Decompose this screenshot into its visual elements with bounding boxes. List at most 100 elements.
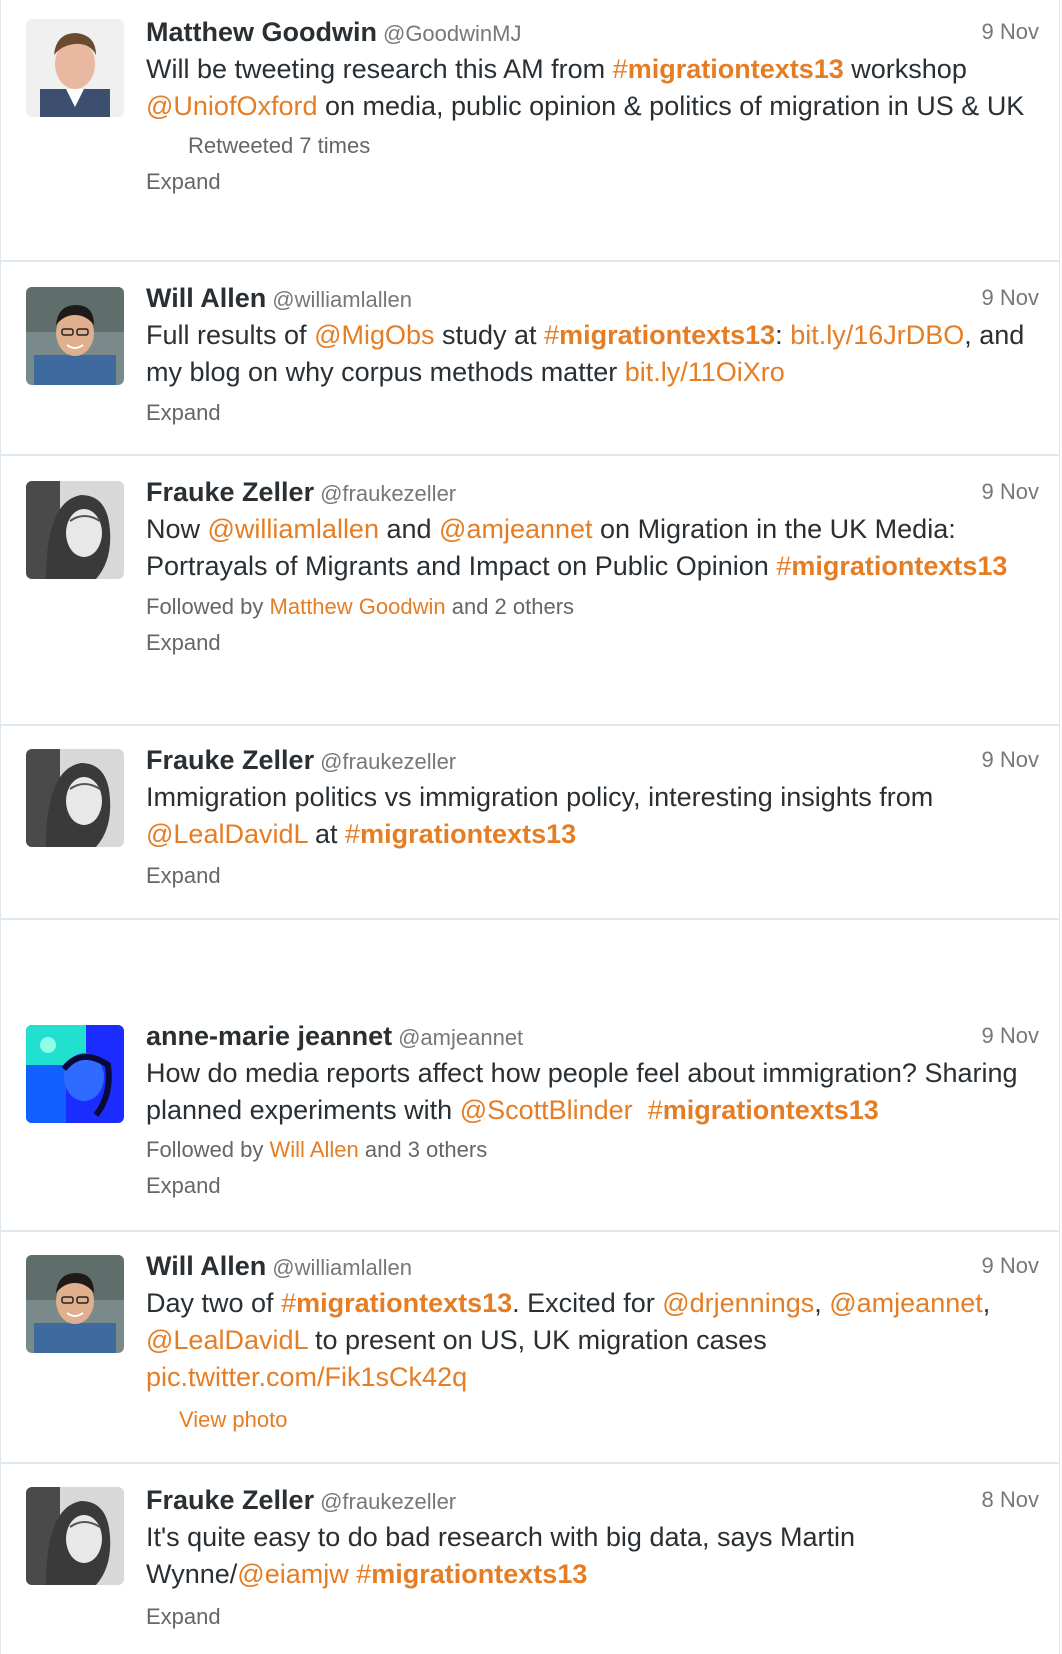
tweet-item[interactable]: Will Allen @williamlallen 9 Nov Day two o… xyxy=(0,1232,1060,1464)
avatar[interactable] xyxy=(26,481,124,579)
author-name[interactable]: Will Allen xyxy=(146,283,266,313)
tweet-item[interactable]: Frauke Zeller @fraukezeller 9 Nov Immigra… xyxy=(0,726,1060,920)
tweet-text-segment: at xyxy=(307,819,346,849)
avatar-photo-icon xyxy=(26,1025,124,1123)
author-name[interactable]: Frauke Zeller xyxy=(146,1485,314,1515)
hashtag-link[interactable]: #migrationtexts13 xyxy=(356,1559,587,1589)
tweet-timestamp[interactable]: 9 Nov xyxy=(982,1249,1039,1283)
tweet-item[interactable]: anne-marie jeannet @amjeannet 9 Nov How d… xyxy=(0,920,1060,1232)
tweet-text: Will be tweeting research this AM from #… xyxy=(146,51,1039,125)
author-handle[interactable]: @amjeannet xyxy=(398,1025,523,1050)
author-name[interactable]: Will Allen xyxy=(146,1251,266,1281)
hashtag-link[interactable]: #migrationtexts13 xyxy=(345,819,576,849)
expand-link[interactable]: Expand xyxy=(146,1599,1039,1635)
mention-link[interactable]: @MigObs xyxy=(314,320,434,350)
author-handle[interactable]: @GoodwinMJ xyxy=(383,21,522,46)
tweet-item[interactable]: Frauke Zeller @fraukezeller 8 Nov It's qu… xyxy=(0,1464,1060,1654)
url-link[interactable]: bit.ly/11OiXro xyxy=(625,357,785,387)
view-photo-link[interactable]: View photo xyxy=(179,1407,287,1432)
tweet-item[interactable]: Frauke Zeller @fraukezeller 9 Nov Now @wi… xyxy=(0,456,1060,726)
expand-link[interactable]: Expand xyxy=(146,395,1039,431)
tweet-timestamp[interactable]: 9 Nov xyxy=(982,15,1039,49)
followed-by: Followed by Matthew Goodwin and 2 others xyxy=(146,589,1039,625)
tweet-text: Immigration politics vs immigration poli… xyxy=(146,779,1039,853)
mention-link[interactable]: @LealDavidL xyxy=(146,1325,308,1355)
hashtag-link[interactable]: #migrationtexts13 xyxy=(648,1095,879,1125)
tweet-header: Matthew Goodwin @GoodwinMJ 9 Nov xyxy=(146,15,1039,49)
tweet-header: Will Allen @williamlallen 9 Nov xyxy=(146,1249,1039,1283)
followed-by-others: and 2 others xyxy=(445,594,575,619)
retweet-count-label: Retweeted 7 times xyxy=(188,133,371,158)
hashtag-text: migrationtexts13 xyxy=(360,819,577,849)
mention-link[interactable]: @LealDavidL xyxy=(146,819,308,849)
hashtag-symbol: # xyxy=(281,1288,297,1318)
tweet-text-segment: . Excited for xyxy=(512,1288,663,1318)
avatar[interactable] xyxy=(26,1487,124,1585)
avatar[interactable] xyxy=(26,287,124,385)
tweet-timestamp[interactable]: 9 Nov xyxy=(982,475,1039,509)
hashtag-text: migrationtexts13 xyxy=(627,54,844,84)
tweet-text-segment xyxy=(633,1095,648,1125)
view-photo-row: View photo xyxy=(146,1402,1039,1438)
tweet-content: Will Allen @williamlallen 9 Nov Full resu… xyxy=(146,281,1039,431)
follower-link[interactable]: Will Allen xyxy=(270,1137,359,1162)
tweet-timestamp[interactable]: 9 Nov xyxy=(982,743,1039,777)
tweet-timestamp[interactable]: 8 Nov xyxy=(982,1483,1039,1517)
mention-link[interactable]: @ScottBlinder xyxy=(460,1095,633,1125)
hashtag-link[interactable]: #migrationtexts13 xyxy=(544,320,775,350)
mention-link[interactable]: @eiamjw xyxy=(237,1559,348,1589)
avatar-photo-icon xyxy=(26,287,124,385)
tweet-content: Matthew Goodwin @GoodwinMJ 9 Nov Will be … xyxy=(146,15,1039,200)
author-handle[interactable]: @williamlallen xyxy=(272,287,412,312)
expand-link[interactable]: Expand xyxy=(146,1168,1039,1204)
avatar[interactable] xyxy=(26,749,124,847)
tweet-timestamp[interactable]: 9 Nov xyxy=(982,281,1039,315)
followed-by: Followed by Will Allen and 3 others xyxy=(146,1132,1039,1168)
tweet-timestamp[interactable]: 9 Nov xyxy=(982,1019,1039,1053)
photo-link[interactable]: pic.twitter.com/Fik1sCk42q xyxy=(146,1362,467,1392)
avatar[interactable] xyxy=(26,1255,124,1353)
tweet-item[interactable]: Will Allen @williamlallen 9 Nov Full resu… xyxy=(0,262,1060,456)
expand-link[interactable]: Expand xyxy=(146,625,1039,661)
tweet-text: Now @williamlallen and @amjeannet on Mig… xyxy=(146,511,1039,585)
author-handle[interactable]: @fraukezeller xyxy=(320,481,456,506)
mention-link[interactable]: @drjennings xyxy=(662,1288,814,1318)
followed-by-label: Followed by xyxy=(146,1137,270,1162)
avatar[interactable] xyxy=(26,19,124,117)
hashtag-text: migrationtexts13 xyxy=(791,551,1008,581)
tweet-text-segment: to present on US, UK migration cases xyxy=(307,1325,767,1355)
author-name[interactable]: Frauke Zeller xyxy=(146,477,314,507)
mention-link[interactable]: @amjeannet xyxy=(439,514,593,544)
tweet-text-segment: , xyxy=(814,1288,830,1318)
author-name[interactable]: anne-marie jeannet xyxy=(146,1021,392,1051)
avatar[interactable] xyxy=(26,1025,124,1123)
mention-link[interactable]: @UniofOxford xyxy=(146,91,317,121)
mention-link[interactable]: @williamlallen xyxy=(208,514,379,544)
tweet-text-segment: Full results of xyxy=(146,320,315,350)
author-name[interactable]: Matthew Goodwin xyxy=(146,17,377,47)
retweet-count: Retweeted 7 times xyxy=(146,128,1039,164)
author-handle[interactable]: @fraukezeller xyxy=(320,1489,456,1514)
avatar-photo-icon xyxy=(26,749,124,847)
tweet-timeline: Matthew Goodwin @GoodwinMJ 9 Nov Will be … xyxy=(0,0,1062,1654)
hashtag-link[interactable]: #migrationtexts13 xyxy=(613,54,844,84)
author-handle[interactable]: @williamlallen xyxy=(272,1255,412,1280)
expand-link[interactable]: Expand xyxy=(146,858,1039,894)
hashtag-link[interactable]: #migrationtexts13 xyxy=(776,551,1007,581)
expand-link[interactable]: Expand xyxy=(146,164,1039,200)
tweet-content: Frauke Zeller @fraukezeller 9 Nov Now @wi… xyxy=(146,475,1039,661)
tweet-item[interactable]: Matthew Goodwin @GoodwinMJ 9 Nov Will be … xyxy=(0,0,1060,262)
tweet-text-segment: Now xyxy=(146,514,208,544)
tweet-header: Frauke Zeller @fraukezeller 8 Nov xyxy=(146,1483,1039,1517)
author-name[interactable]: Frauke Zeller xyxy=(146,745,314,775)
tweet-content: Will Allen @williamlallen 9 Nov Day two o… xyxy=(146,1249,1039,1438)
tweet-text-segment: Immigration politics vs immigration poli… xyxy=(146,782,934,812)
mention-link[interactable]: @amjeannet xyxy=(829,1288,983,1318)
url-link[interactable]: bit.ly/16JrDBO xyxy=(790,320,964,350)
follower-link[interactable]: Matthew Goodwin xyxy=(270,594,446,619)
tweet-text: Full results of @MigObs study at #migrat… xyxy=(146,317,1039,391)
followed-by-label: Followed by xyxy=(146,594,270,619)
hashtag-text: migrationtexts13 xyxy=(296,1288,513,1318)
author-handle[interactable]: @fraukezeller xyxy=(320,749,456,774)
hashtag-link[interactable]: #migrationtexts13 xyxy=(281,1288,512,1318)
